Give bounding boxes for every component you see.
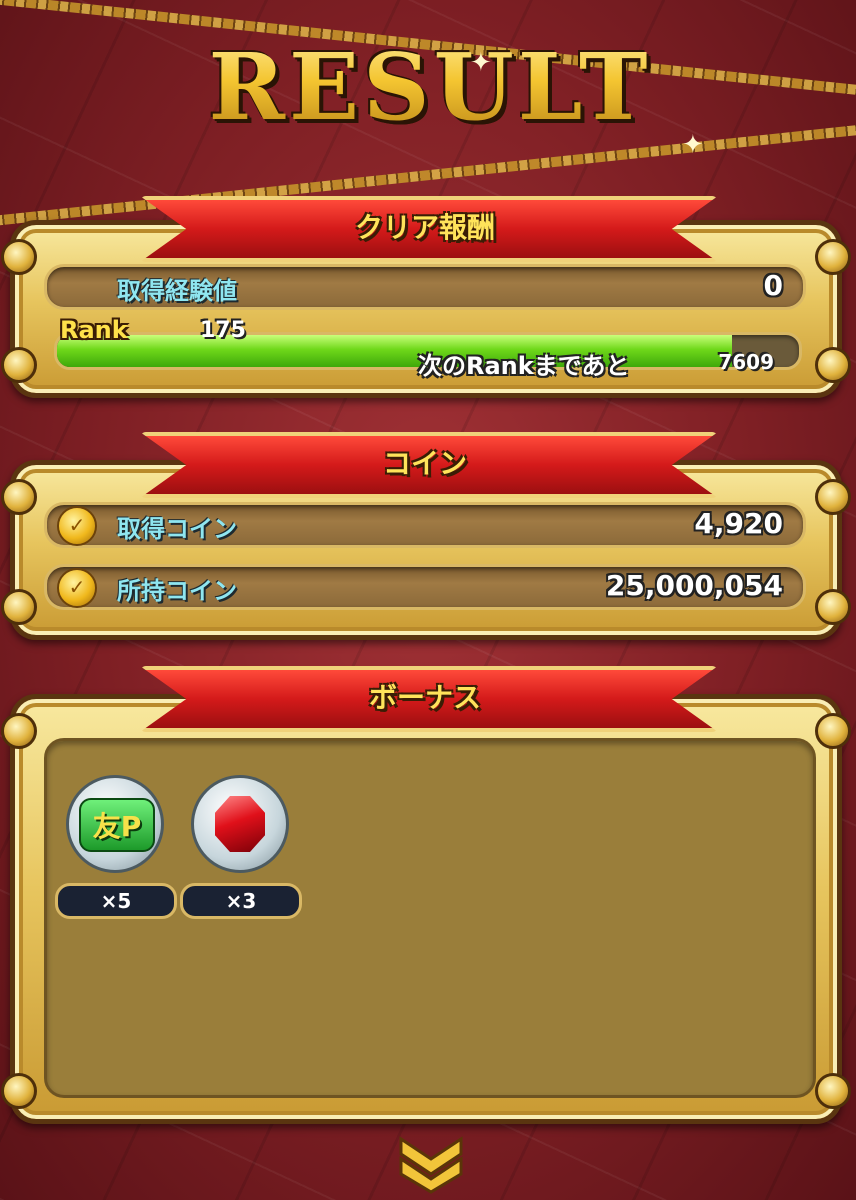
exp-row: 取得経験値 0 [44,264,806,310]
earned-coin-label: 取得コイン [117,515,237,543]
panel-knob [1,479,37,515]
bonus-item-count: ×3 [180,883,302,919]
earned-coin-value: 4,920 [694,507,783,540]
next-rank-label: 次のRankまであと [418,352,630,380]
next-rank-value: 7609 [718,350,774,374]
panel-knob [1,347,37,383]
chevron-down-icon[interactable] [396,1134,466,1194]
panel-knob [815,239,851,275]
owned-coin-value: 25,000,054 [605,569,783,602]
exp-value: 0 [763,269,783,302]
sparkle-icon: ✦ [682,130,704,160]
coin-header: コイン [382,447,467,480]
rank-progress-fill [57,335,733,367]
panel-knob [815,713,851,749]
bonus-item-count: ×5 [55,883,177,919]
friend-point-icon: 友P [66,775,164,873]
coin-icon: ✓ [57,568,97,608]
panel-knob [1,713,37,749]
gem-shape [215,796,265,852]
panel-knob [815,1073,851,1109]
panel-knob [815,479,851,515]
panel-knob [1,589,37,625]
owned-coin-label: 所持コイン [117,577,237,605]
red-gem-icon [191,775,289,873]
owned-coin-row: ✓ 所持コイン 25,000,054 [44,564,806,610]
panel-knob [815,347,851,383]
friend-point-glyph: 友P [79,798,155,852]
bonus-item[interactable]: ×3 [180,775,302,919]
bonus-header: ボーナス [368,681,481,714]
clear-reward-header: クリア報酬 [354,211,495,244]
result-title: RESULT [150,22,710,152]
earned-coin-row: ✓ 取得コイン 4,920 [44,502,806,548]
panel-knob [1,239,37,275]
rank-value: 175 [200,318,246,343]
rank-label: Rank [60,316,128,344]
bonus-item[interactable]: 友P ×5 [55,775,177,919]
panel-knob [815,589,851,625]
coin-icon: ✓ [57,506,97,546]
panel-knob [1,1073,37,1109]
exp-label: 取得経験値 [117,277,237,305]
sparkle-icon: ✦ [470,48,492,78]
